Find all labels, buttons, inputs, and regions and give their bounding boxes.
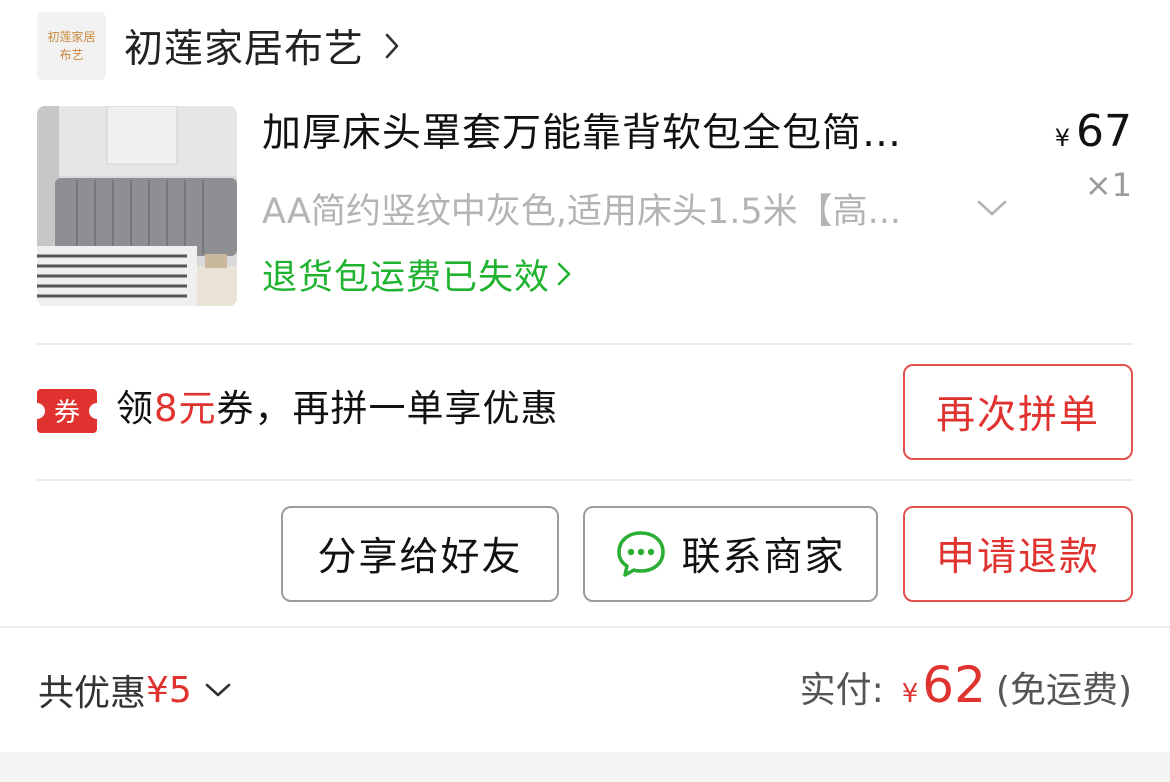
coupon-badge-label: 券	[54, 398, 80, 428]
shop-name-link[interactable]: 初莲家居布艺	[124, 18, 400, 74]
product-spec-selector[interactable]: AA简约竖纹中灰色,适用床头1.5米【高...	[262, 184, 1008, 232]
request-refund-button[interactable]: 申请退款	[903, 506, 1133, 602]
shop-logo-line2: 布艺	[59, 48, 84, 62]
share-to-friend-button[interactable]: 分享给好友	[281, 506, 559, 602]
price-value: 67	[1076, 106, 1132, 157]
return-shipping-note: 退货包运费已失效	[262, 257, 551, 298]
divider	[37, 479, 1133, 481]
discount-summary-toggle[interactable]: 共优惠 ¥5	[38, 662, 232, 718]
product-image-illustration	[37, 106, 237, 306]
contact-merchant-button[interactable]: 联系商家	[583, 506, 878, 602]
coupon-badge-icon: 券	[37, 389, 97, 433]
paid-label: 实付:	[799, 670, 884, 711]
paid-total: 实付: ¥ 62 (免运费)	[800, 656, 1132, 720]
chevron-right-icon	[557, 262, 571, 286]
reorder-button[interactable]: 再次拼单	[903, 364, 1133, 460]
shop-name: 初莲家居布艺	[124, 27, 365, 72]
divider	[37, 343, 1133, 345]
shop-logo[interactable]: 初莲家居 布艺	[37, 12, 106, 80]
coupon-text-before: 领	[116, 387, 154, 430]
product-price: ¥67	[1055, 104, 1132, 166]
product-quantity: ×1	[1084, 166, 1132, 204]
return-shipping-link[interactable]: 退货包运费已失效	[262, 250, 572, 298]
bottom-spacer	[0, 752, 1170, 782]
product-title[interactable]: 加厚床头罩套万能靠背软包全包简…	[262, 108, 1002, 160]
chevron-down-icon	[977, 200, 1007, 216]
contact-merchant-label: 联系商家	[681, 535, 846, 580]
chat-bubble-icon	[617, 531, 666, 577]
discount-amount: ¥5	[146, 669, 192, 711]
product-image[interactable]	[37, 106, 237, 306]
chevron-right-icon	[385, 33, 399, 59]
chevron-down-icon	[205, 683, 231, 697]
coupon-text-after: 券，再拼一单享优惠	[216, 387, 559, 430]
paid-amount: 62	[922, 656, 986, 714]
shipping-note: (免运费)	[995, 670, 1132, 711]
shop-logo-line1: 初莲家居	[47, 30, 96, 44]
discount-label: 共优惠	[38, 673, 147, 714]
paid-currency: ¥	[901, 679, 919, 709]
coupon-amount: 8元	[154, 387, 217, 430]
coupon-promo-text: 领8元券，再拼一单享优惠	[116, 383, 559, 435]
section-divider	[0, 626, 1170, 628]
order-card: 初莲家居 布艺 初莲家居布艺 加厚床头罩套万能靠背软包全包简… ¥ 67 ×1 …	[0, 0, 1170, 782]
price-currency: ¥	[1054, 124, 1070, 152]
product-spec: AA简约竖纹中灰色,适用床头1.5米【高...	[262, 191, 902, 232]
